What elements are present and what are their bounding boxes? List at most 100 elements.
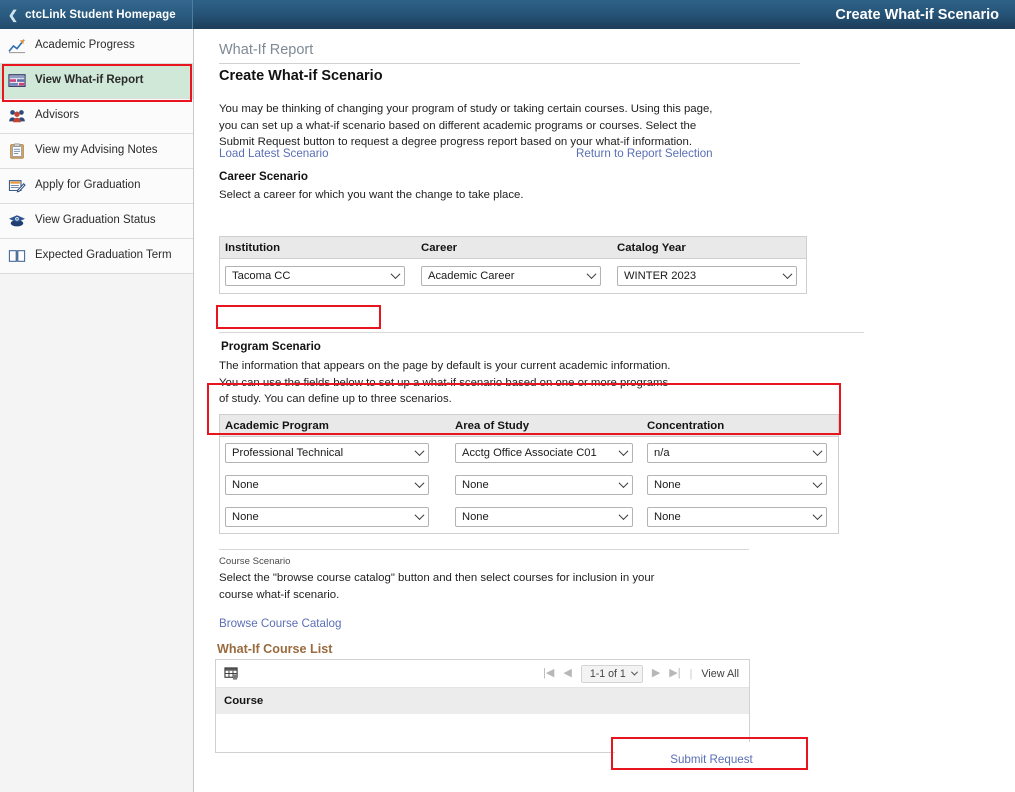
career-grid-header-row: Institution Career Catalog Year <box>220 237 806 259</box>
form-pencil-icon <box>8 180 26 193</box>
sidebar-item-label: View Graduation Status <box>35 214 156 227</box>
pager-divider: | <box>689 667 693 680</box>
chevron-down-icon <box>630 668 638 676</box>
page-title-label: Create What-if Scenario <box>835 6 999 23</box>
area-of-study-value-3: None <box>462 511 489 523</box>
program-grid-row: None None None <box>220 469 838 501</box>
program-grid-header-row: Academic Program Area of Study Concentra… <box>220 415 838 437</box>
career-grid-row: Tacoma CC Academic Career WINTER 2023 <box>220 259 806 293</box>
concentration-select-3[interactable]: None <box>647 507 827 527</box>
column-header-career: Career <box>421 241 458 254</box>
column-header-area-of-study: Area of Study <box>455 419 530 432</box>
report-grid-icon <box>8 74 26 87</box>
intro-paragraph: You may be thinking of changing your pro… <box>219 103 713 149</box>
column-header-institution: Institution <box>225 241 281 254</box>
homepage-tab-label: ctcLink Student Homepage <box>25 8 176 21</box>
sidebar-item-label: Advisors <box>35 109 80 122</box>
sidebar-item-view-graduation-status[interactable]: View Graduation Status <box>0 204 193 239</box>
chevron-down-icon <box>618 478 629 489</box>
page-title: Create What-if Scenario <box>835 0 1015 29</box>
next-page-icon[interactable]: ▶ <box>652 668 660 679</box>
sidebar-item-label: View What-if Report <box>35 74 144 87</box>
column-header-catalog-year: Catalog Year <box>617 241 686 254</box>
clipboard-icon <box>10 143 24 159</box>
what-if-course-list-grid: |◀ ◀ 1-1 of 1 ▶ ▶| | View All Course <box>215 659 750 753</box>
chevron-left-icon: ❮ <box>8 7 19 22</box>
column-header-academic-program: Academic Program <box>225 419 329 432</box>
sidebar-item-label: Expected Graduation Term <box>35 249 172 262</box>
people-icon <box>9 110 25 123</box>
chevron-down-icon <box>618 446 629 457</box>
course-scenario-label: Course Scenario <box>219 556 291 567</box>
chevron-down-icon <box>618 510 629 521</box>
sidebar-item-label: View my Advising Notes <box>35 144 158 157</box>
area-of-study-value-2: None <box>462 479 489 491</box>
chevron-down-icon <box>390 269 401 280</box>
catalog-year-select[interactable]: WINTER 2023 <box>617 266 797 286</box>
career-scenario-grid: Institution Career Catalog Year Tacoma C… <box>219 236 807 294</box>
column-header-course: Course <box>224 695 264 707</box>
chevron-down-icon <box>414 478 425 489</box>
first-page-icon[interactable]: |◀ <box>543 668 554 679</box>
academic-program-select-1[interactable]: Professional Technical <box>225 443 429 463</box>
concentration-value-1: n/a <box>654 447 670 459</box>
page-count-value: 1-1 of 1 <box>589 667 626 680</box>
course-grid-pager: |◀ ◀ 1-1 of 1 ▶ ▶| | View All <box>543 664 739 683</box>
top-header-bar: ❮ ctcLink Student Homepage Create What-i… <box>0 0 1015 29</box>
career-scenario-description: Select a career for which you want the c… <box>219 189 524 201</box>
chevron-down-icon <box>812 510 823 521</box>
chevron-down-icon <box>782 269 793 280</box>
return-to-report-selection-link[interactable]: Return to Report Selection <box>576 147 713 160</box>
career-select[interactable]: Academic Career <box>421 266 601 286</box>
chevron-down-icon <box>812 446 823 457</box>
graduation-cap-icon <box>9 215 25 227</box>
institution-select[interactable]: Tacoma CC <box>225 266 405 286</box>
chevron-down-icon <box>586 269 597 280</box>
chevron-down-icon <box>414 510 425 521</box>
concentration-select-2[interactable]: None <box>647 475 827 495</box>
program-scenario-description: The information that appears on the page… <box>219 360 671 406</box>
chevron-down-icon <box>812 478 823 489</box>
area-of-study-select-2[interactable]: None <box>455 475 633 495</box>
load-latest-scenario-link[interactable]: Load Latest Scenario <box>219 147 329 160</box>
sidebar-item-label: Academic Progress <box>35 39 135 52</box>
open-book-icon <box>8 250 26 262</box>
left-navigation-sidebar: Academic Progress View What-if Report Ad… <box>0 29 194 792</box>
academic-program-value-2: None <box>232 479 259 491</box>
concentration-value-2: None <box>654 479 681 491</box>
chart-line-icon <box>8 39 25 54</box>
academic-program-select-2[interactable]: None <box>225 475 429 495</box>
submit-request-button[interactable]: Submit Request <box>615 742 808 776</box>
sidebar-item-view-my-advising-notes[interactable]: View my Advising Notes <box>0 134 193 169</box>
area-of-study-select-3[interactable]: None <box>455 507 633 527</box>
sidebar-item-view-what-if-report[interactable]: View What-if Report <box>0 64 193 99</box>
sidebar-item-academic-progress[interactable]: Academic Progress <box>0 29 193 64</box>
area-of-study-select-1[interactable]: Acctg Office Associate C01 <box>455 443 633 463</box>
area-of-study-value-1: Acctg Office Associate C01 <box>462 447 597 459</box>
career-select-value: Academic Career <box>428 270 515 282</box>
course-grid-column-header: Course <box>216 688 749 714</box>
main-content-panel: What-If Report Create What-if Scenario Y… <box>195 29 1015 792</box>
course-scenario-description: Select the "browse course catalog" butto… <box>219 572 655 601</box>
browse-course-catalog-link[interactable]: Browse Course Catalog <box>219 617 341 630</box>
grid-table-icon[interactable] <box>224 666 239 681</box>
course-grid-toolbar: |◀ ◀ 1-1 of 1 ▶ ▶| | View All <box>216 660 749 688</box>
institution-select-value: Tacoma CC <box>232 270 291 282</box>
concentration-select-1[interactable]: n/a <box>647 443 827 463</box>
concentration-value-3: None <box>654 511 681 523</box>
program-scenario-grid: Academic Program Area of Study Concentra… <box>219 414 839 534</box>
program-grid-row: None None None <box>220 501 838 533</box>
what-if-course-list-title: What-If Course List <box>217 642 333 656</box>
page-count-select[interactable]: 1-1 of 1 <box>580 664 643 683</box>
previous-page-icon[interactable]: ◀ <box>563 668 571 679</box>
view-all-link[interactable]: View All <box>701 668 739 680</box>
academic-program-select-3[interactable]: None <box>225 507 429 527</box>
chevron-down-icon <box>414 446 425 457</box>
sidebar-item-advisors[interactable]: Advisors <box>0 99 193 134</box>
sidebar-item-expected-graduation-term[interactable]: Expected Graduation Term <box>0 239 193 274</box>
homepage-back-tab[interactable]: ❮ ctcLink Student Homepage <box>0 0 193 29</box>
last-page-icon[interactable]: ▶| <box>669 668 680 679</box>
sidebar-item-apply-for-graduation[interactable]: Apply for Graduation <box>0 169 193 204</box>
breadcrumb[interactable]: What-If Report <box>219 42 313 58</box>
sidebar-item-label: Apply for Graduation <box>35 179 141 192</box>
